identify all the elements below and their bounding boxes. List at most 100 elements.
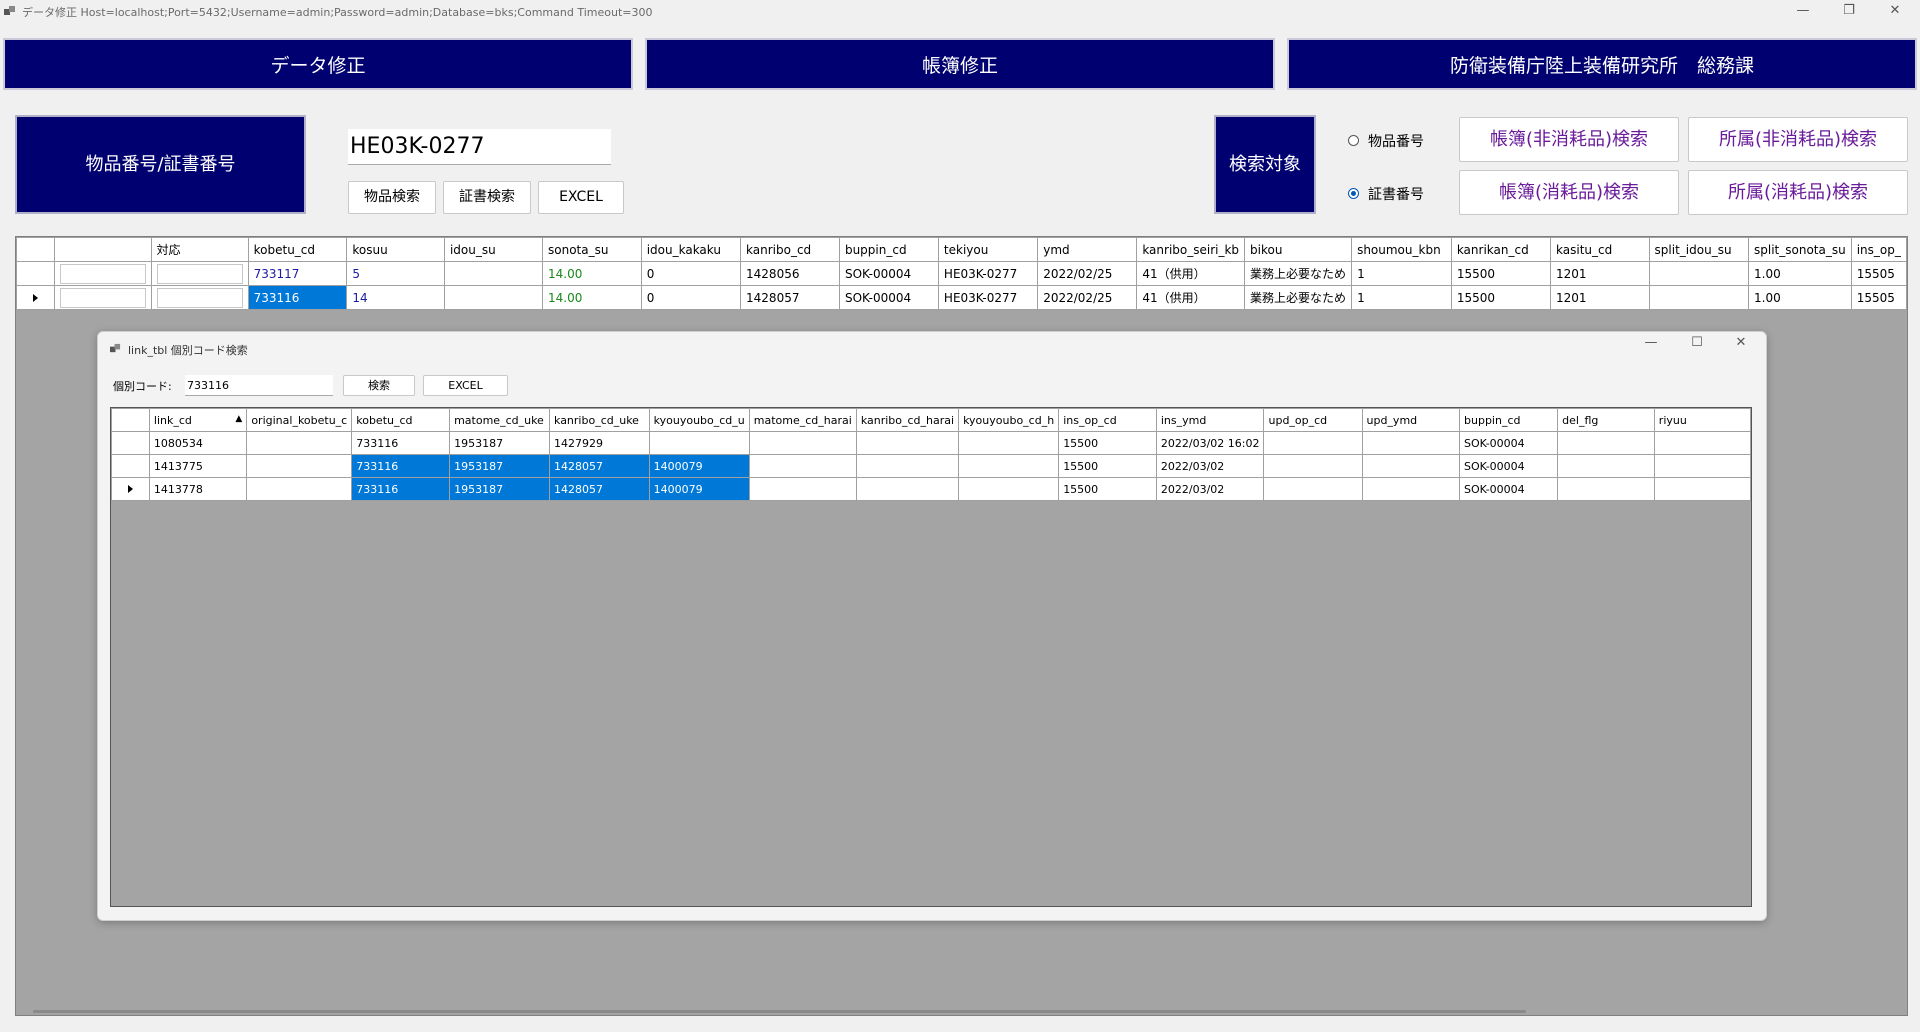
column-header[interactable]: kyouyoubo_cd_h xyxy=(958,408,1060,432)
action-button[interactable] xyxy=(60,263,146,284)
cell-tekiyou[interactable]: HE03K-0277 xyxy=(937,261,1039,286)
table-cell[interactable]: 733116 xyxy=(351,431,451,455)
dialog-close-icon[interactable]: ✕ xyxy=(1718,332,1764,354)
cell-kanribo-cd[interactable]: 1428056 xyxy=(740,261,840,286)
radio-cert-number[interactable] xyxy=(1348,188,1359,199)
restore-icon[interactable]: ❐ xyxy=(1826,0,1872,22)
table-cell[interactable]: 2022/03/02 16:02 xyxy=(1155,431,1265,455)
table-cell[interactable] xyxy=(246,454,353,478)
row-header-current[interactable] xyxy=(111,477,150,501)
table-cell[interactable] xyxy=(855,431,960,455)
cell-shoumou-kbn[interactable]: 1 xyxy=(1351,261,1452,286)
table-cell[interactable]: 2022/03/02 xyxy=(1155,477,1265,501)
row-header-current[interactable] xyxy=(15,285,56,310)
cell-idou-kakaku[interactable]: 0 xyxy=(640,285,742,310)
table-cell[interactable]: 1413775 xyxy=(148,454,248,478)
table-cell[interactable] xyxy=(1653,477,1752,501)
cell-bikou[interactable]: 業務上必要なため xyxy=(1244,261,1353,286)
code-input[interactable] xyxy=(185,375,333,396)
cell-sonota-su[interactable]: 14.00 xyxy=(542,285,642,310)
dialog-excel-button[interactable]: EXCEL xyxy=(423,375,508,396)
table-row[interactable]: 1080534 733116 1953187 1427929 15500 202… xyxy=(111,431,1752,455)
column-header[interactable]: 対応 xyxy=(150,237,249,262)
table-cell-selected[interactable]: 1400079 xyxy=(648,454,750,478)
table-cell[interactable]: SOK-00004 xyxy=(1459,431,1559,455)
cell-tekiyou[interactable]: HE03K-0277 xyxy=(937,285,1039,310)
table-cell[interactable] xyxy=(1557,454,1655,478)
table-cell-selected[interactable]: 733116 xyxy=(351,454,451,478)
table-cell[interactable]: 15500 xyxy=(1058,431,1157,455)
table-cell[interactable] xyxy=(1557,431,1655,455)
column-header[interactable]: buppin_cd xyxy=(1459,408,1559,432)
table-cell-selected[interactable]: 1428057 xyxy=(549,454,650,478)
dept-nonconsumable-search-button[interactable]: 所属(非消耗品)検索 xyxy=(1688,117,1908,162)
cell-ins-op[interactable]: 15505 xyxy=(1850,261,1908,286)
cell-buppin-cd[interactable]: SOK-00004 xyxy=(838,261,939,286)
cell-split-sonota-su[interactable]: 1.00 xyxy=(1748,285,1852,310)
cell-split-sonota-su[interactable]: 1.00 xyxy=(1748,261,1852,286)
table-cell[interactable]: 15500 xyxy=(1058,454,1157,478)
cell-buppin-cd[interactable]: SOK-00004 xyxy=(838,285,939,310)
taiou-button[interactable] xyxy=(156,263,243,284)
table-cell[interactable] xyxy=(958,431,1060,455)
row-header[interactable] xyxy=(111,454,150,478)
taiou-button[interactable] xyxy=(156,287,243,308)
cell-bikou[interactable]: 業務上必要なため xyxy=(1244,285,1353,310)
table-cell[interactable] xyxy=(855,454,960,478)
ledger-consumable-search-button[interactable]: 帳簿(消耗品)検索 xyxy=(1459,170,1679,215)
cell-shoumou-kbn[interactable]: 1 xyxy=(1351,285,1452,310)
table-row[interactable]: 733116 14 14.00 0 1428057 SOK-00004 HE03… xyxy=(15,285,1908,310)
column-header[interactable]: upd_op_cd xyxy=(1263,408,1363,432)
table-cell[interactable] xyxy=(1263,431,1363,455)
ledger-edit-button[interactable]: 帳簿修正 xyxy=(645,38,1275,90)
table-cell[interactable] xyxy=(1361,454,1461,478)
action-button[interactable] xyxy=(60,287,146,308)
column-header[interactable]: buppin_cd xyxy=(838,237,939,262)
table-cell[interactable] xyxy=(1361,431,1461,455)
cell-kanribo-cd[interactable]: 1428057 xyxy=(740,285,840,310)
table-cell[interactable] xyxy=(748,431,857,455)
cell-kobetu-cd-selected[interactable]: 733116 xyxy=(247,285,348,310)
table-cell[interactable] xyxy=(648,431,750,455)
cell-kosuu[interactable]: 5 xyxy=(346,261,445,286)
column-header[interactable]: kasitu_cd xyxy=(1550,237,1650,262)
cell-kobetu-cd[interactable]: 733117 xyxy=(247,261,348,286)
dialog-minimize-icon[interactable]: — xyxy=(1628,332,1674,354)
link-tbl-search-dialog[interactable]: link_tbl 個別コード検索 — ☐ ✕ 個別コード: 検索 EXCEL l… xyxy=(97,331,1767,921)
column-header[interactable]: ins_op_ xyxy=(1850,237,1908,262)
cell-idou-su[interactable] xyxy=(443,261,544,286)
cell-kanrikan-cd[interactable]: 15500 xyxy=(1450,261,1552,286)
item-search-button[interactable]: 物品検索 xyxy=(348,181,436,214)
table-cell[interactable]: 15500 xyxy=(1058,477,1157,501)
table-cell[interactable] xyxy=(1557,477,1655,501)
taiou-cell[interactable] xyxy=(150,261,249,286)
minimize-icon[interactable]: — xyxy=(1780,0,1826,22)
column-header[interactable]: kanribo_cd_harai xyxy=(855,408,960,432)
column-header[interactable]: kanribo_cd_uke xyxy=(549,408,650,432)
org-button[interactable]: 防衛装備庁陸上装備研究所 総務課 xyxy=(1287,38,1917,90)
table-cell[interactable]: 1953187 xyxy=(449,431,551,455)
table-cell[interactable] xyxy=(958,454,1060,478)
taiou-cell[interactable] xyxy=(150,285,249,310)
cell-ymd[interactable]: 2022/02/25 xyxy=(1037,261,1138,286)
cell-idou-su[interactable] xyxy=(443,285,544,310)
column-header[interactable]: matome_cd_uke xyxy=(449,408,551,432)
table-cell[interactable] xyxy=(246,431,353,455)
table-cell-selected[interactable]: 733116 xyxy=(351,477,451,501)
column-header[interactable] xyxy=(54,237,152,262)
cert-search-button[interactable]: 証書検索 xyxy=(443,181,531,214)
table-cell[interactable] xyxy=(748,454,857,478)
column-header-link-cd[interactable]: link_cd ▲ xyxy=(148,408,248,432)
cell-kanribo-seiri-kb[interactable]: 41（供用） xyxy=(1136,261,1246,286)
column-header[interactable]: ins_op_cd xyxy=(1058,408,1157,432)
cell-ins-op[interactable]: 15505 xyxy=(1850,285,1908,310)
cell-sonota-su[interactable]: 14.00 xyxy=(542,261,642,286)
table-cell[interactable] xyxy=(855,477,960,501)
radio-item-number[interactable] xyxy=(1348,135,1359,146)
table-row[interactable]: 1413775 733116 1953187 1428057 1400079 1… xyxy=(111,454,1752,478)
column-header[interactable]: idou_su xyxy=(443,237,544,262)
table-cell-selected[interactable]: 1428057 xyxy=(549,477,650,501)
table-cell[interactable] xyxy=(1361,477,1461,501)
column-header[interactable]: kanrikan_cd xyxy=(1450,237,1552,262)
column-header[interactable]: kobetu_cd xyxy=(351,408,451,432)
